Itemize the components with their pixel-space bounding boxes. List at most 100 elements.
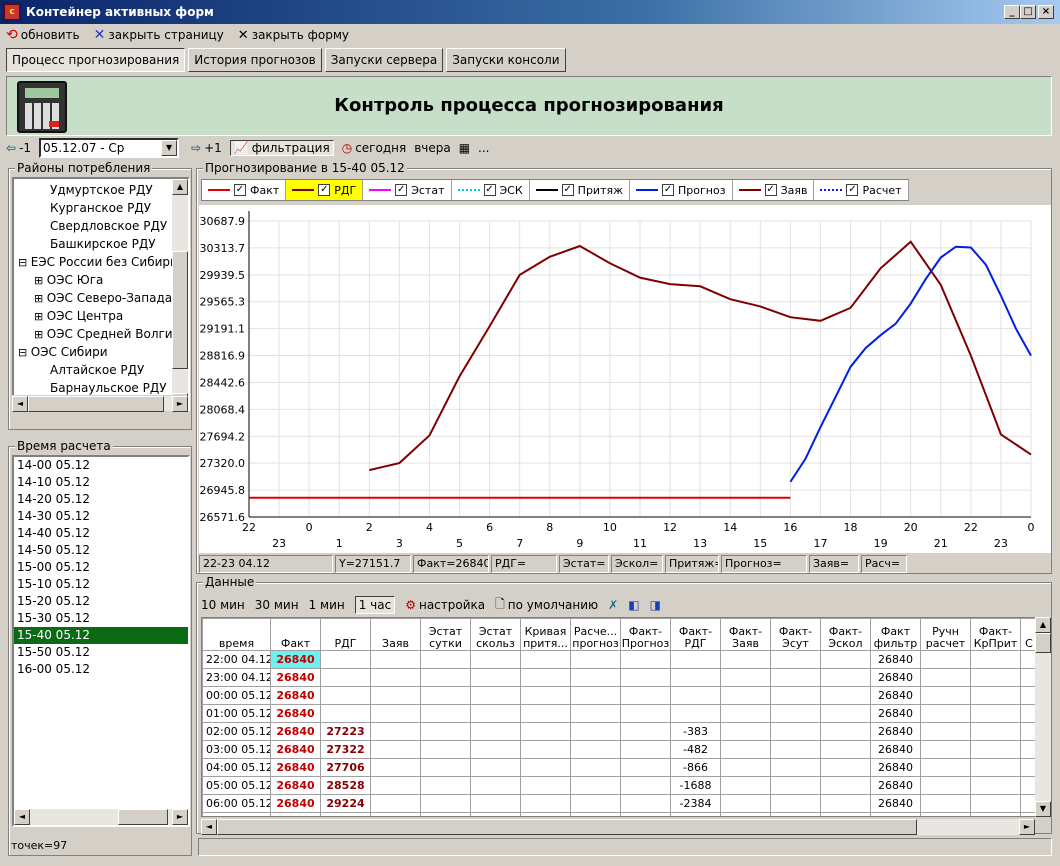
column-header[interactable]: Факт-Эсут (770, 618, 821, 651)
legend-item[interactable]: ✓ РДГ (286, 180, 364, 200)
table-cell[interactable]: 02:00 05.12 (202, 722, 271, 741)
table-cell[interactable] (970, 758, 1021, 777)
table-cell[interactable]: 03:00 05.12 (202, 740, 271, 759)
table-cell[interactable] (470, 776, 521, 795)
scroll-left-icon[interactable]: ◄ (12, 396, 28, 412)
table-cell[interactable]: -1688 (670, 776, 721, 795)
column-header[interactable]: Кривая притя... (520, 618, 571, 651)
legend-item[interactable]: ✓ Заяв (733, 180, 815, 200)
close-page-button[interactable]: ✕ закрыть страницу (94, 27, 224, 43)
calc-time-item[interactable]: 14-00 05.12 (14, 457, 188, 474)
tab-forecast-history[interactable]: История прогнозов (188, 48, 322, 72)
tree-item[interactable]: ⊞ ОЭС Северо-Запада (14, 289, 188, 307)
table-cell[interactable] (720, 668, 771, 687)
table-row[interactable]: 07:00 05.122684029939-309926840 (202, 812, 1036, 816)
table-cell[interactable] (820, 650, 871, 669)
table-cell[interactable] (920, 668, 971, 687)
table-cell[interactable]: 26840 (270, 776, 321, 795)
table-cell[interactable] (620, 722, 671, 741)
tree-item[interactable]: Башкирское РДУ (14, 235, 188, 253)
table-cell[interactable] (570, 686, 621, 705)
column-header[interactable]: Эстат скольз (470, 618, 521, 651)
table-cell[interactable] (570, 668, 621, 687)
table-cell[interactable] (470, 758, 521, 777)
more-button[interactable]: ... (478, 141, 489, 155)
table-cell[interactable] (520, 812, 571, 816)
table-cell[interactable]: 26840 (270, 722, 321, 741)
table-cell[interactable] (570, 650, 621, 669)
table-cell[interactable] (820, 776, 871, 795)
table-cell[interactable]: 04:00 05.12 (202, 758, 271, 777)
table-cell[interactable] (370, 740, 421, 759)
table-cell[interactable] (320, 686, 371, 705)
legend-item[interactable]: ✓ Притяж (530, 180, 631, 200)
table-cell[interactable]: 27706 (320, 758, 371, 777)
legend-item[interactable]: ✓ Факт (202, 180, 287, 200)
table-cell[interactable] (620, 650, 671, 669)
tree-item[interactable]: Удмуртское РДУ (14, 181, 188, 199)
scroll-right-icon[interactable]: ► (172, 396, 188, 412)
table-cell[interactable]: 22:00 04.12 (202, 650, 271, 669)
table-cell[interactable] (770, 776, 821, 795)
data-hscroll-thumb[interactable] (217, 819, 917, 835)
table-cell[interactable]: 26840 (270, 704, 321, 723)
table-cell[interactable]: 29224 (320, 794, 371, 813)
table-cell[interactable]: 26840 (870, 740, 921, 759)
default-button[interactable]: 🗋 по умолчанию (495, 595, 598, 616)
table-cell[interactable] (620, 686, 671, 705)
table-cell[interactable] (570, 794, 621, 813)
table-cell[interactable] (570, 758, 621, 777)
scroll-right-icon[interactable]: ► (172, 809, 188, 825)
table-cell[interactable]: 26840 (270, 668, 321, 687)
table-cell[interactable] (720, 812, 771, 816)
table-cell[interactable] (720, 704, 771, 723)
table-cell[interactable]: 26840 (870, 704, 921, 723)
nav-prev-icon[interactable]: ◧ (628, 598, 639, 612)
table-row[interactable]: 22:00 04.12 26840 26840 (202, 650, 1036, 669)
table-cell[interactable]: 00:00 05.12 (202, 686, 271, 705)
table-cell[interactable]: 28528 (320, 776, 371, 795)
table-cell[interactable] (420, 722, 471, 741)
table-cell[interactable]: 26840 (270, 650, 321, 669)
scroll-left-icon[interactable]: ◄ (14, 809, 30, 825)
table-cell[interactable] (470, 668, 521, 687)
table-cell[interactable] (570, 812, 621, 816)
table-cell[interactable] (520, 758, 571, 777)
calc-time-item[interactable]: 15-00 05.12 (14, 559, 188, 576)
table-cell[interactable] (670, 668, 721, 687)
legend-checkbox[interactable]: ✓ (662, 184, 675, 196)
data-vscroll-thumb[interactable] (1035, 633, 1051, 653)
nav-next-icon[interactable]: ◨ (650, 598, 661, 612)
tree-item[interactable]: Свердловское РДУ (14, 217, 188, 235)
table-cell[interactable] (420, 704, 471, 723)
table-cell[interactable] (420, 668, 471, 687)
legend-item[interactable]: ✓ Прогноз (630, 180, 733, 200)
calc-time-item[interactable]: 15-40 05.12 (14, 627, 188, 644)
table-cell[interactable]: 05:00 05.12 (202, 776, 271, 795)
excel-export-icon[interactable]: ✗ (608, 598, 618, 612)
tree-expander-icon[interactable]: ⊟ (18, 346, 31, 359)
table-cell[interactable] (570, 722, 621, 741)
tree-expander-icon[interactable]: ⊟ (18, 256, 31, 269)
table-cell[interactable] (720, 686, 771, 705)
table-cell[interactable] (520, 686, 571, 705)
table-cell[interactable] (920, 794, 971, 813)
data-vscroll[interactable]: ▲ ▼ (1035, 617, 1051, 817)
table-cell[interactable] (320, 668, 371, 687)
table-row[interactable]: 00:00 05.12 26840 26840 (202, 686, 1036, 705)
column-header[interactable]: Факт-Заяв (720, 618, 771, 651)
legend-checkbox[interactable]: ✓ (764, 184, 777, 196)
calc-time-item[interactable]: 15-50 05.12 (14, 644, 188, 661)
table-cell[interactable] (520, 740, 571, 759)
tab-server-runs[interactable]: Запуски сервера (324, 48, 444, 72)
table-cell[interactable] (620, 668, 671, 687)
table-cell[interactable] (370, 722, 421, 741)
table-cell[interactable] (970, 812, 1021, 816)
table-cell[interactable] (970, 704, 1021, 723)
legend-item[interactable]: ✓ ЭСК (452, 180, 530, 200)
table-cell[interactable] (720, 776, 771, 795)
date-select[interactable]: 05.12.07 - Ср ▼ (39, 138, 180, 158)
calc-time-item[interactable]: 14-40 05.12 (14, 525, 188, 542)
table-cell[interactable] (970, 668, 1021, 687)
tree-item[interactable]: ⊟ ЕЭС России без Сибири (14, 253, 188, 271)
